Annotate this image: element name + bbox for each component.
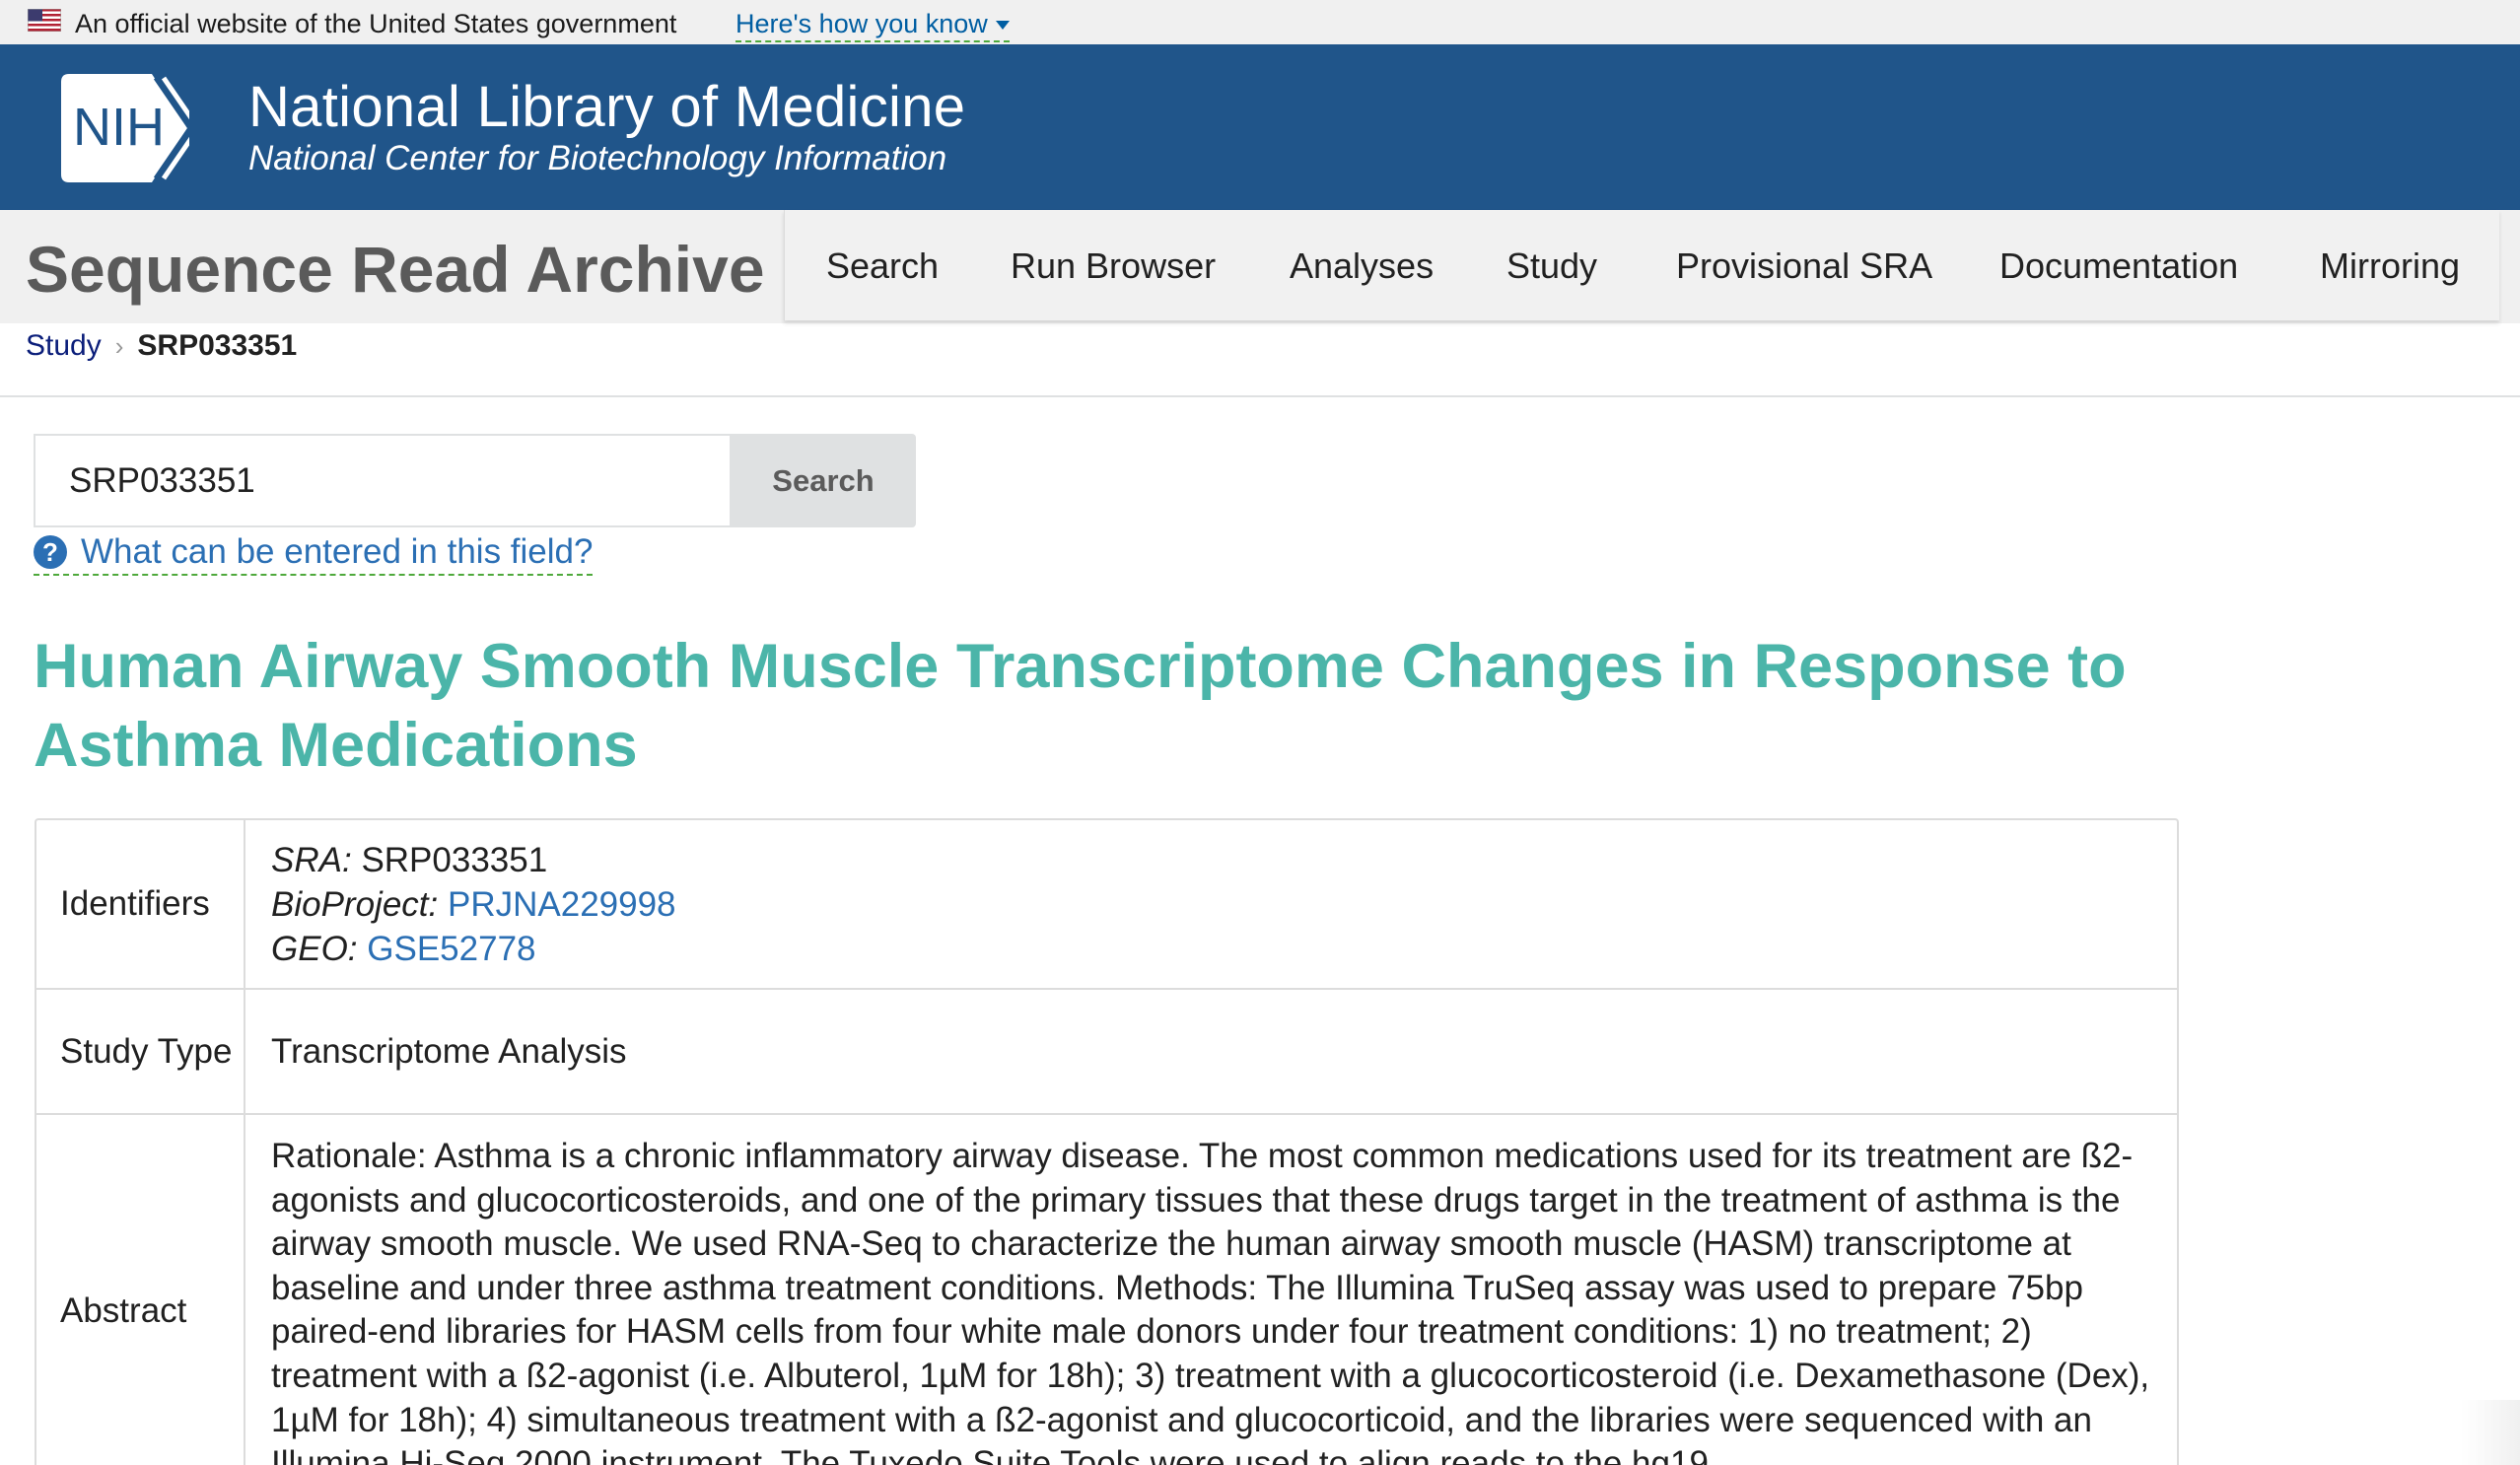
- nih-logo[interactable]: NIH: [61, 74, 189, 182]
- search-button[interactable]: Search: [731, 434, 916, 527]
- study-info-table: Identifiers SRA: SRP033351 BioProject: P…: [35, 818, 2179, 1465]
- nav-mirroring[interactable]: Mirroring: [2320, 245, 2460, 287]
- search-help-label: What can be entered in this field?: [81, 532, 594, 571]
- identifier-sra: SRA: SRP033351: [271, 838, 2153, 882]
- search-input[interactable]: [34, 434, 732, 527]
- nav-documentation[interactable]: Documentation: [1999, 245, 2238, 287]
- nlm-title[interactable]: National Library of Medicine: [248, 74, 965, 140]
- identifiers-label: Identifiers: [36, 820, 245, 988]
- breadcrumb-current: SRP033351: [137, 329, 298, 362]
- nav-analyses[interactable]: Analyses: [1290, 245, 1434, 287]
- us-flag-icon: [28, 9, 61, 32]
- nav-provisional-sra[interactable]: Provisional SRA: [1676, 245, 1932, 287]
- identifiers-value: SRA: SRP033351 BioProject: PRJNA229998 G…: [245, 820, 2177, 988]
- nav-run-browser[interactable]: Run Browser: [1011, 245, 1216, 287]
- search-help-link[interactable]: ? What can be entered in this field?: [34, 532, 594, 576]
- identifier-geo: GEO: GSE52778: [271, 927, 2153, 971]
- nih-logo-text: NIH: [73, 98, 165, 157]
- study-type-value: Transcriptome Analysis: [271, 1032, 627, 1071]
- abstract-label: Abstract: [36, 1115, 245, 1465]
- heres-how-you-know-label: Here's how you know: [735, 9, 988, 38]
- nav-search[interactable]: Search: [826, 245, 939, 287]
- nav-study[interactable]: Study: [1506, 245, 1597, 287]
- sra-title[interactable]: Sequence Read Archive: [26, 232, 765, 307]
- chevron-right-icon: ›: [114, 331, 124, 361]
- breadcrumb: Study › SRP033351: [26, 329, 297, 369]
- ncbi-subtitle: National Center for Biotechnology Inform…: [248, 139, 947, 177]
- bioproject-link[interactable]: PRJNA229998: [448, 885, 676, 924]
- sra-nav: Search Run Browser Analyses Study Provis…: [784, 210, 2499, 320]
- breadcrumb-study-link[interactable]: Study: [26, 329, 102, 362]
- table-row-identifiers: Identifiers SRA: SRP033351 BioProject: P…: [36, 820, 2177, 990]
- scroll-edge-shadow: [2461, 1400, 2520, 1465]
- study-type-label: Study Type: [36, 990, 245, 1113]
- identifier-bioproject-key: BioProject:: [271, 885, 439, 924]
- caret-down-icon: [995, 21, 1010, 31]
- sra-header-bar: Sequence Read Archive Search Run Browser…: [0, 210, 2520, 323]
- study-title: Human Airway Smooth Muscle Transcriptome…: [34, 632, 2127, 780]
- identifier-geo-key: GEO:: [271, 930, 358, 968]
- table-row-abstract: Abstract Rationale: Asthma is a chronic …: [36, 1115, 2177, 1465]
- nih-header: NIH National Library of Medicine Nationa…: [0, 44, 2520, 210]
- abstract-value: Rationale: Asthma is a chronic inflammat…: [271, 1137, 2150, 1465]
- gov-banner-text: An official website of the United States…: [75, 9, 677, 38]
- question-circle-icon: ?: [34, 535, 67, 569]
- identifier-sra-value: SRP033351: [361, 841, 548, 879]
- identifier-sra-key: SRA:: [271, 841, 352, 879]
- table-row-study-type: Study Type Transcriptome Analysis: [36, 990, 2177, 1115]
- heres-how-you-know-link[interactable]: Here's how you know: [735, 9, 1010, 42]
- breadcrumb-divider: [0, 395, 2520, 397]
- identifier-bioproject: BioProject: PRJNA229998: [271, 882, 2153, 927]
- gov-banner: An official website of the United States…: [0, 0, 2520, 44]
- geo-link[interactable]: GSE52778: [367, 930, 535, 968]
